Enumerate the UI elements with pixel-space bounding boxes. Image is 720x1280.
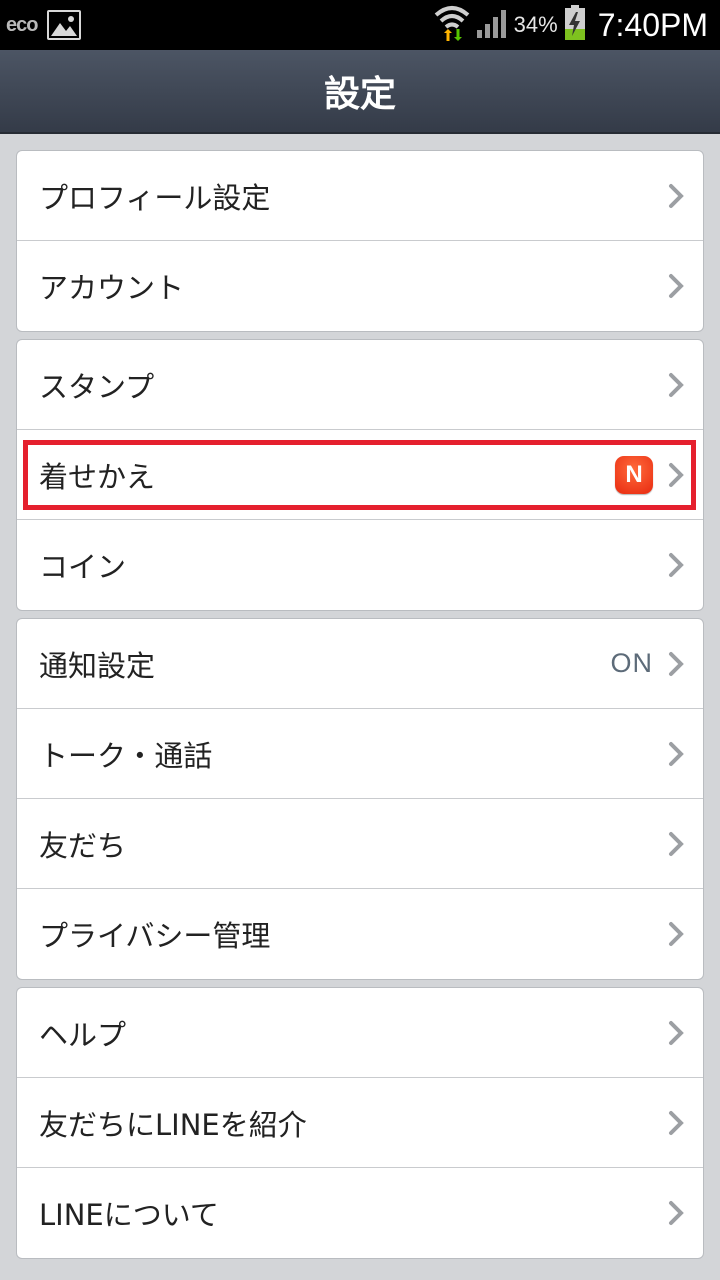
settings-item-label: スタンプ	[39, 369, 155, 404]
status-bar: eco 34% 7:40PM	[0, 0, 720, 50]
settings-group-profile: プロフィール設定 アカウント	[16, 150, 704, 332]
chevron-right-icon	[669, 553, 684, 577]
settings-item-label: LINEについて	[39, 1198, 219, 1232]
wifi-icon	[434, 3, 470, 47]
settings-item-themes[interactable]: 着せかえ N	[17, 430, 703, 520]
title-bar: 設定	[0, 50, 720, 134]
settings-item-chats-calls[interactable]: トーク・通話	[17, 709, 703, 799]
settings-group-notifications: 通知設定 ON トーク・通話 友だち プライバシー管理	[16, 618, 704, 980]
settings-item-label: プロフィール設定	[39, 180, 271, 215]
page-title: 設定	[323, 74, 396, 115]
chevron-right-icon	[669, 1201, 684, 1225]
battery-percent: 34%	[513, 12, 558, 37]
chevron-right-icon	[669, 741, 684, 766]
chevron-right-icon	[669, 922, 684, 946]
battery-charging-icon	[564, 5, 586, 45]
settings-item-about-line[interactable]: LINEについて	[17, 1168, 703, 1258]
gallery-icon	[47, 10, 82, 40]
settings-item-account[interactable]: アカウント	[17, 241, 703, 331]
settings-item-invite-friends[interactable]: 友だちにLINEを紹介	[17, 1078, 703, 1168]
settings-item-label: 友だちにLINEを紹介	[39, 1107, 307, 1142]
new-badge: N	[615, 455, 653, 494]
settings-item-label: ヘルプ	[39, 1017, 127, 1052]
chevron-right-icon	[669, 831, 684, 856]
settings-group-help: ヘルプ 友だちにLINEを紹介 LINEについて	[16, 987, 704, 1259]
settings-item-profile[interactable]: プロフィール設定	[17, 151, 703, 241]
settings-group-stickers: スタンプ 着せかえ N コイン	[16, 339, 704, 611]
chevron-right-icon	[669, 1110, 684, 1135]
chevron-right-icon	[669, 462, 684, 487]
chevron-right-icon	[669, 274, 684, 298]
settings-item-notifications[interactable]: 通知設定 ON	[17, 619, 703, 709]
signal-icon	[476, 8, 508, 42]
settings-item-label: 着せかえ	[39, 459, 156, 494]
chevron-right-icon	[669, 651, 684, 676]
clock: 7:40PM	[597, 6, 708, 43]
settings-item-label: 通知設定	[39, 648, 156, 683]
settings-item-label: 友だち	[39, 828, 127, 863]
eco-logo-icon: eco	[6, 13, 38, 36]
notifications-status: ON	[610, 648, 653, 678]
settings-item-help[interactable]: ヘルプ	[17, 988, 703, 1078]
settings-item-coins[interactable]: コイン	[17, 520, 703, 610]
settings-item-privacy[interactable]: プライバシー管理	[17, 889, 703, 979]
settings-item-friends[interactable]: 友だち	[17, 799, 703, 889]
chevron-right-icon	[669, 183, 684, 208]
settings-item-label: コイン	[39, 550, 127, 584]
settings-item-label: アカウント	[39, 271, 185, 305]
chevron-right-icon	[669, 1020, 684, 1045]
settings-item-label: トーク・通話	[39, 738, 213, 773]
chevron-right-icon	[669, 372, 684, 397]
settings-item-stickers[interactable]: スタンプ	[17, 340, 703, 430]
settings-item-label: プライバシー管理	[39, 919, 271, 953]
